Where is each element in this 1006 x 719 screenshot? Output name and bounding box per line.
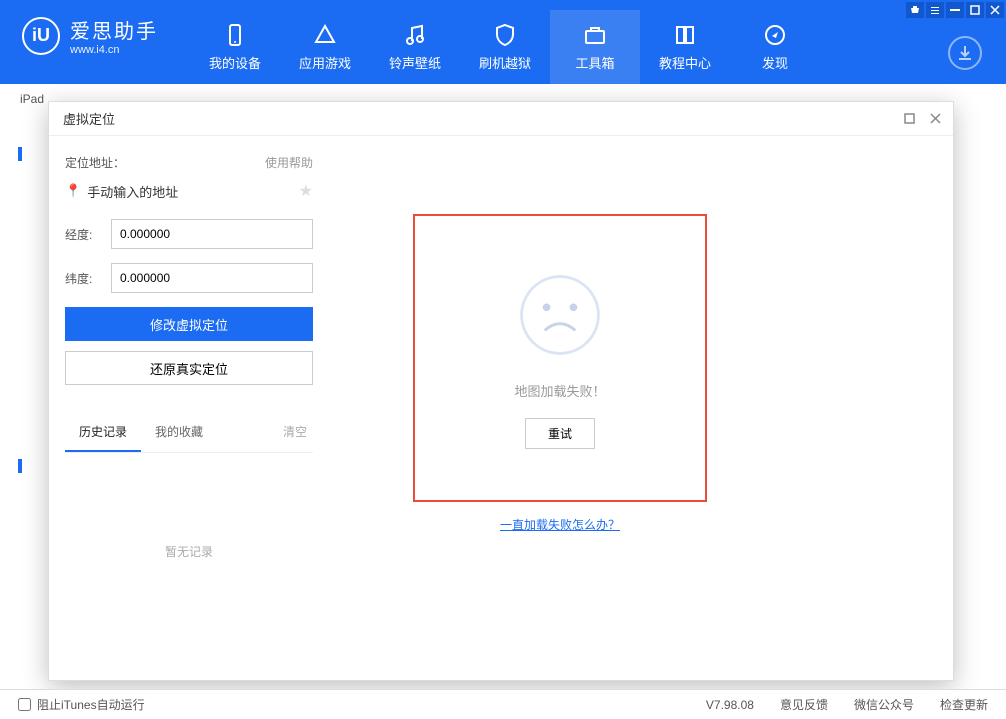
address-label: 定位地址： (65, 154, 125, 171)
side-marker (18, 459, 22, 473)
virtual-location-modal: 虚拟定位 定位地址： 使用帮助 📍 手动输入的地址 ★ 经度: 纬度: (48, 101, 954, 681)
feedback-link[interactable]: 意见反馈 (780, 696, 828, 713)
maximize-button[interactable] (966, 2, 984, 18)
location-panel: 定位地址： 使用帮助 📍 手动输入的地址 ★ 经度: 纬度: 修改虚拟定位 还原… (49, 136, 329, 680)
side-marker (18, 147, 22, 161)
longitude-label: 经度: (65, 226, 101, 243)
nav-tutorials[interactable]: 教程中心 (640, 10, 730, 84)
book-icon (673, 23, 697, 47)
manual-address-text: 手动输入的地址 (87, 182, 178, 201)
app-footer: 阻止iTunes自动运行 V7.98.08 意见反馈 微信公众号 检查更新 (0, 689, 1006, 719)
app-header: iU 爱思助手 www.i4.cn 我的设备 应用游戏 铃声壁纸 刷机越狱 工具… (0, 0, 1006, 84)
brand-logo-icon: iU (22, 17, 60, 55)
download-button[interactable] (948, 36, 982, 70)
modal-close-button[interactable] (925, 109, 945, 129)
device-icon (223, 23, 247, 47)
map-panel: 地图加载失败！ 重试 一直加载失败怎么办？ (329, 136, 953, 680)
nav-my-device[interactable]: 我的设备 (190, 10, 280, 84)
nav-label: 工具箱 (575, 53, 614, 72)
toolbox-icon (583, 23, 607, 47)
brand-subtitle: www.i4.cn (70, 44, 158, 56)
modal-maximize-button[interactable] (899, 109, 919, 129)
block-itunes-label: 阻止iTunes自动运行 (37, 696, 145, 713)
shield-icon (493, 23, 517, 47)
apps-icon (313, 23, 337, 47)
modal-header: 虚拟定位 (49, 102, 953, 136)
retry-button[interactable]: 重试 (525, 418, 595, 449)
nav-label: 应用游戏 (299, 53, 351, 72)
nav-label: 教程中心 (659, 53, 711, 72)
help-link[interactable]: 使用帮助 (265, 154, 313, 171)
sad-face-icon (512, 267, 608, 363)
modify-location-button[interactable]: 修改虚拟定位 (65, 307, 313, 341)
brand-title: 爱思助手 (70, 15, 158, 44)
nav-flash[interactable]: 刷机越狱 (460, 10, 550, 84)
empty-history-text: 暂无记录 (65, 543, 313, 560)
titlebar-controls (906, 0, 1006, 18)
history-tabs: 历史记录 我的收藏 清空 (65, 413, 313, 453)
minimize-button[interactable] (946, 2, 964, 18)
download-icon (957, 45, 973, 61)
nav-label: 我的设备 (209, 53, 261, 72)
tab-history[interactable]: 历史记录 (65, 413, 141, 452)
fail-help-link-wrap: 一直加载失败怎么办？ (413, 516, 707, 533)
block-itunes-input[interactable] (18, 698, 31, 711)
nav-label: 刷机越狱 (479, 53, 531, 72)
titlebar-shop-icon[interactable] (906, 2, 924, 18)
nav-toolbox[interactable]: 工具箱 (550, 10, 640, 84)
favorite-star-icon[interactable]: ★ (299, 181, 313, 201)
nav-ringtones[interactable]: 铃声壁纸 (370, 10, 460, 84)
longitude-input[interactable] (111, 219, 313, 249)
location-pin-icon: 📍 (65, 183, 81, 199)
modal-title: 虚拟定位 (63, 109, 115, 128)
nav-label: 发现 (762, 53, 788, 72)
fail-help-link[interactable]: 一直加载失败怎么办？ (500, 518, 620, 532)
block-itunes-checkbox[interactable]: 阻止iTunes自动运行 (18, 696, 145, 713)
map-fail-text: 地图加载失败！ (514, 381, 605, 400)
version-text: V7.98.08 (706, 698, 754, 712)
latitude-label: 纬度: (65, 270, 101, 287)
titlebar-list-icon[interactable] (926, 2, 944, 18)
compass-icon (763, 23, 787, 47)
clear-history-button[interactable]: 清空 (277, 413, 313, 452)
wechat-link[interactable]: 微信公众号 (854, 696, 914, 713)
main-nav: 我的设备 应用游戏 铃声壁纸 刷机越狱 工具箱 教程中心 发现 (190, 10, 820, 84)
restore-location-button[interactable]: 还原真实定位 (65, 351, 313, 385)
tab-favorites[interactable]: 我的收藏 (141, 413, 217, 452)
latitude-input[interactable] (111, 263, 313, 293)
map-error-box: 地图加载失败！ 重试 (413, 214, 707, 502)
check-update-link[interactable]: 检查更新 (940, 696, 988, 713)
music-icon (403, 23, 427, 47)
close-button[interactable] (986, 2, 1004, 18)
nav-label: 铃声壁纸 (389, 53, 441, 72)
brand: iU 爱思助手 www.i4.cn (22, 15, 158, 56)
nav-discover[interactable]: 发现 (730, 10, 820, 84)
nav-apps[interactable]: 应用游戏 (280, 10, 370, 84)
